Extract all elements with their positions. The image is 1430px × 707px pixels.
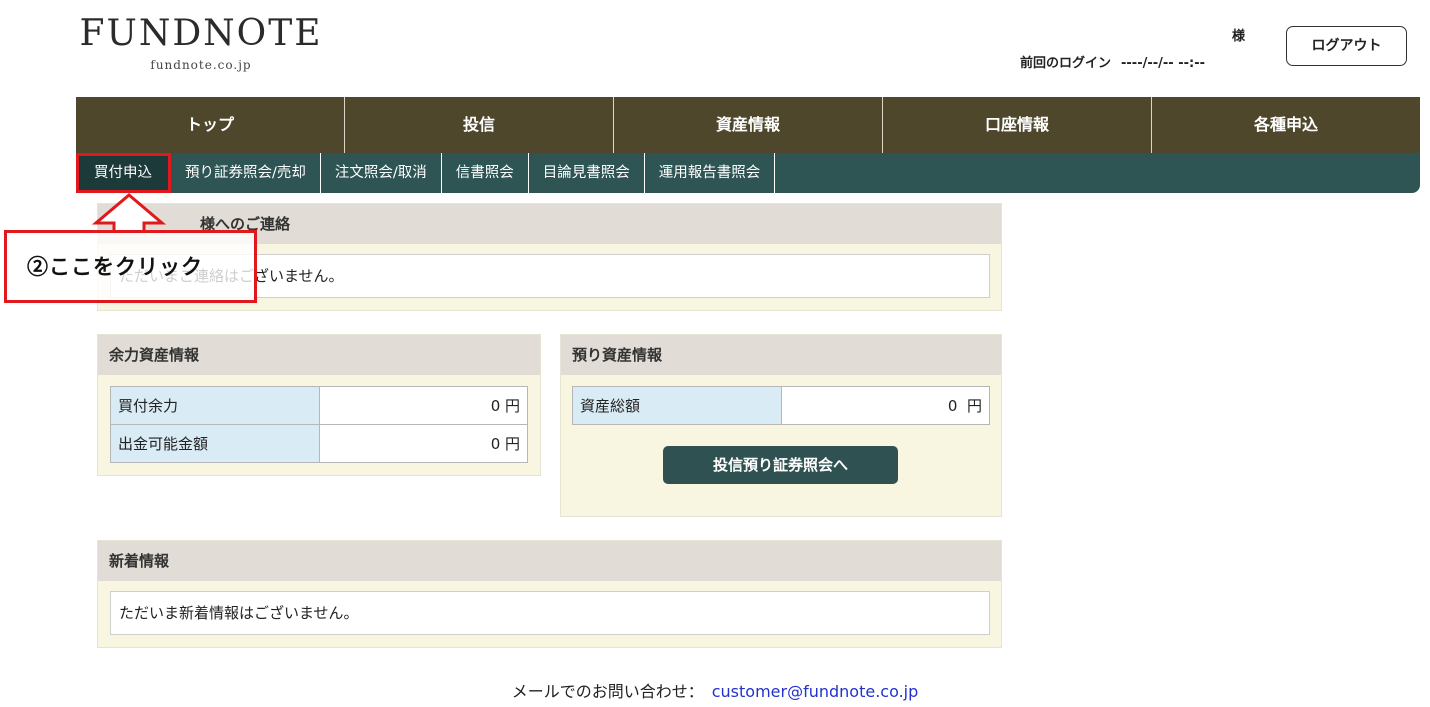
table-row: 資産総額 0 円 — [572, 386, 990, 425]
table-row: 買付余力 0 円 — [110, 386, 528, 425]
callout-box: ②ここをクリック — [4, 230, 257, 303]
fund-holdings-button[interactable]: 投信預り証券照会へ — [663, 446, 898, 484]
last-login-label: 前回のログイン — [1020, 56, 1112, 71]
footer: メールでのお問い合わせ： customer@fundnote.co.jp — [0, 678, 1430, 702]
callout-text: ②ここをクリック — [27, 254, 203, 279]
buying-power-title: 余力資産情報 — [98, 335, 540, 375]
sub-nav-orders[interactable]: 注文照会/取消 — [321, 153, 442, 193]
callout-arrow-icon — [92, 193, 166, 233]
sub-nav: 買付申込 預り証券照会/売却 注文照会/取消 信書照会 目論見書照会 運用報告書… — [76, 153, 1420, 193]
main-nav-applications[interactable]: 各種申込 — [1152, 97, 1420, 153]
holdings-title: 預り資産情報 — [561, 335, 1001, 375]
logo[interactable]: FUNDNOTE fundnote.co.jp — [76, 13, 326, 73]
last-login: 前回のログイン ----/--/-- --:-- — [1020, 52, 1205, 71]
buying-power-table: 買付余力 0 円 出金可能金額 0 円 — [110, 386, 528, 463]
last-login-value: ----/--/-- --:-- — [1121, 56, 1205, 71]
news-message: ただいま新着情報はございません。 — [110, 591, 990, 635]
main-nav-account[interactable]: 口座情報 — [883, 97, 1152, 153]
logo-wordmark: FUNDNOTE — [79, 13, 323, 54]
contact-label: メールでのお問い合わせ： — [511, 682, 704, 701]
holdings-panel: 預り資産情報 — [560, 334, 1002, 517]
table-row: 出金可能金額 0 円 — [110, 424, 528, 463]
holdings-table: 資産総額 0 円 — [572, 386, 990, 425]
withdrawable-value: 0 円 — [319, 424, 528, 463]
sub-nav-reports[interactable]: 運用報告書照会 — [645, 153, 776, 193]
sub-nav-purchase[interactable]: 買付申込 — [76, 153, 171, 193]
contact-email-link[interactable]: customer@fundnote.co.jp — [712, 682, 919, 701]
total-assets-label: 資産総額 — [572, 386, 782, 425]
news-title: 新着情報 — [98, 541, 1001, 581]
buying-power-value: 0 円 — [319, 386, 528, 425]
withdrawable-label: 出金可能金額 — [110, 424, 320, 463]
logo-domain: fundnote.co.jp — [150, 58, 252, 72]
main-nav-top[interactable]: トップ — [76, 97, 345, 153]
user-name: 様 — [1232, 29, 1246, 44]
main-nav-assets[interactable]: 資産情報 — [614, 97, 883, 153]
sub-nav-prospectus[interactable]: 目論見書照会 — [529, 153, 645, 193]
total-assets-value: 0 円 — [781, 386, 990, 425]
buying-power-label: 買付余力 — [110, 386, 320, 425]
sub-nav-holdings-sell[interactable]: 預り証券照会/売却 — [171, 153, 321, 193]
logout-button[interactable]: ログアウト — [1286, 26, 1407, 66]
main-nav-funds[interactable]: 投信 — [345, 97, 614, 153]
main-nav: トップ 投信 資産情報 口座情報 各種申込 — [76, 97, 1420, 153]
sub-nav-letters[interactable]: 信書照会 — [442, 153, 529, 193]
